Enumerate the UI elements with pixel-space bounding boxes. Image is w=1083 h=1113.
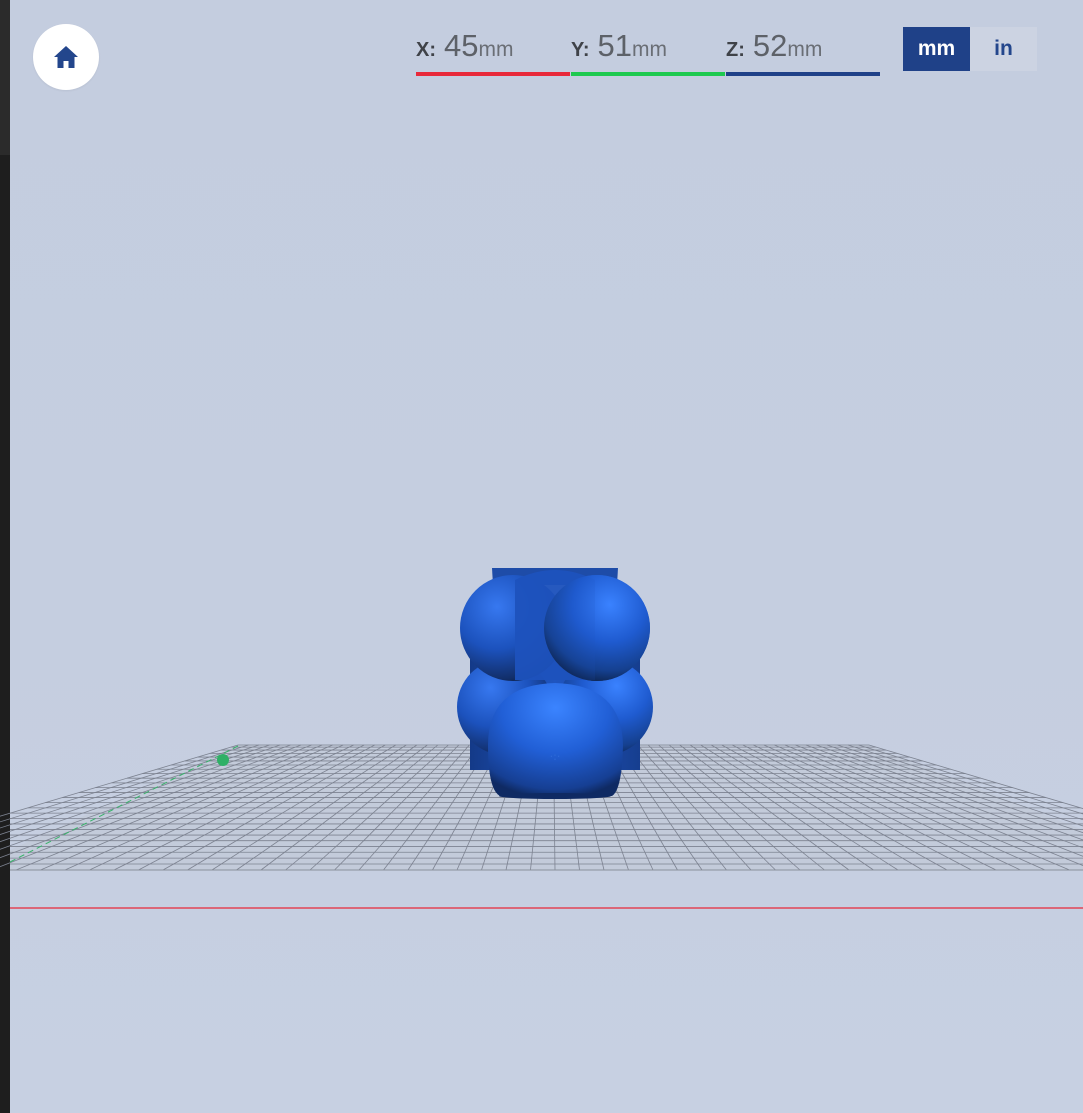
3d-viewport[interactable]: ·:·: [0, 0, 1083, 1113]
x-color-bar: [416, 72, 570, 76]
home-icon: [54, 46, 78, 68]
y-unit: mm: [632, 38, 667, 61]
dimensions-readout: X: 45mm Y: 51mm Z: 52mm: [416, 26, 880, 76]
x-axis-label: X:: [416, 39, 436, 61]
y-axis-label: Y:: [571, 39, 590, 61]
svg-text:·:·: ·:·: [550, 750, 561, 763]
z-value: 52: [752, 28, 788, 63]
z-color-bar: [726, 72, 880, 76]
dimension-y: Y: 51mm: [571, 26, 725, 76]
x-value: 45: [444, 28, 479, 63]
y-value: 51: [597, 28, 632, 63]
home-button[interactable]: [33, 24, 99, 90]
unit-toggle: mm in: [903, 27, 1037, 71]
y-color-bar: [571, 72, 725, 76]
z-unit: mm: [787, 38, 823, 61]
dimension-x: X: 45mm: [416, 26, 570, 76]
dimension-z: Z: 52mm: [726, 26, 880, 76]
origin-marker: [217, 754, 229, 766]
unit-mm-button[interactable]: mm: [903, 27, 970, 71]
model-viewer: ·:· X: 45mm Y: 51mm Z: 52mm mm in: [0, 0, 1083, 1113]
unit-in-button[interactable]: in: [970, 27, 1037, 71]
3d-model[interactable]: ·:·: [457, 568, 653, 799]
x-unit: mm: [478, 38, 514, 61]
z-axis-label: Z:: [726, 39, 745, 61]
